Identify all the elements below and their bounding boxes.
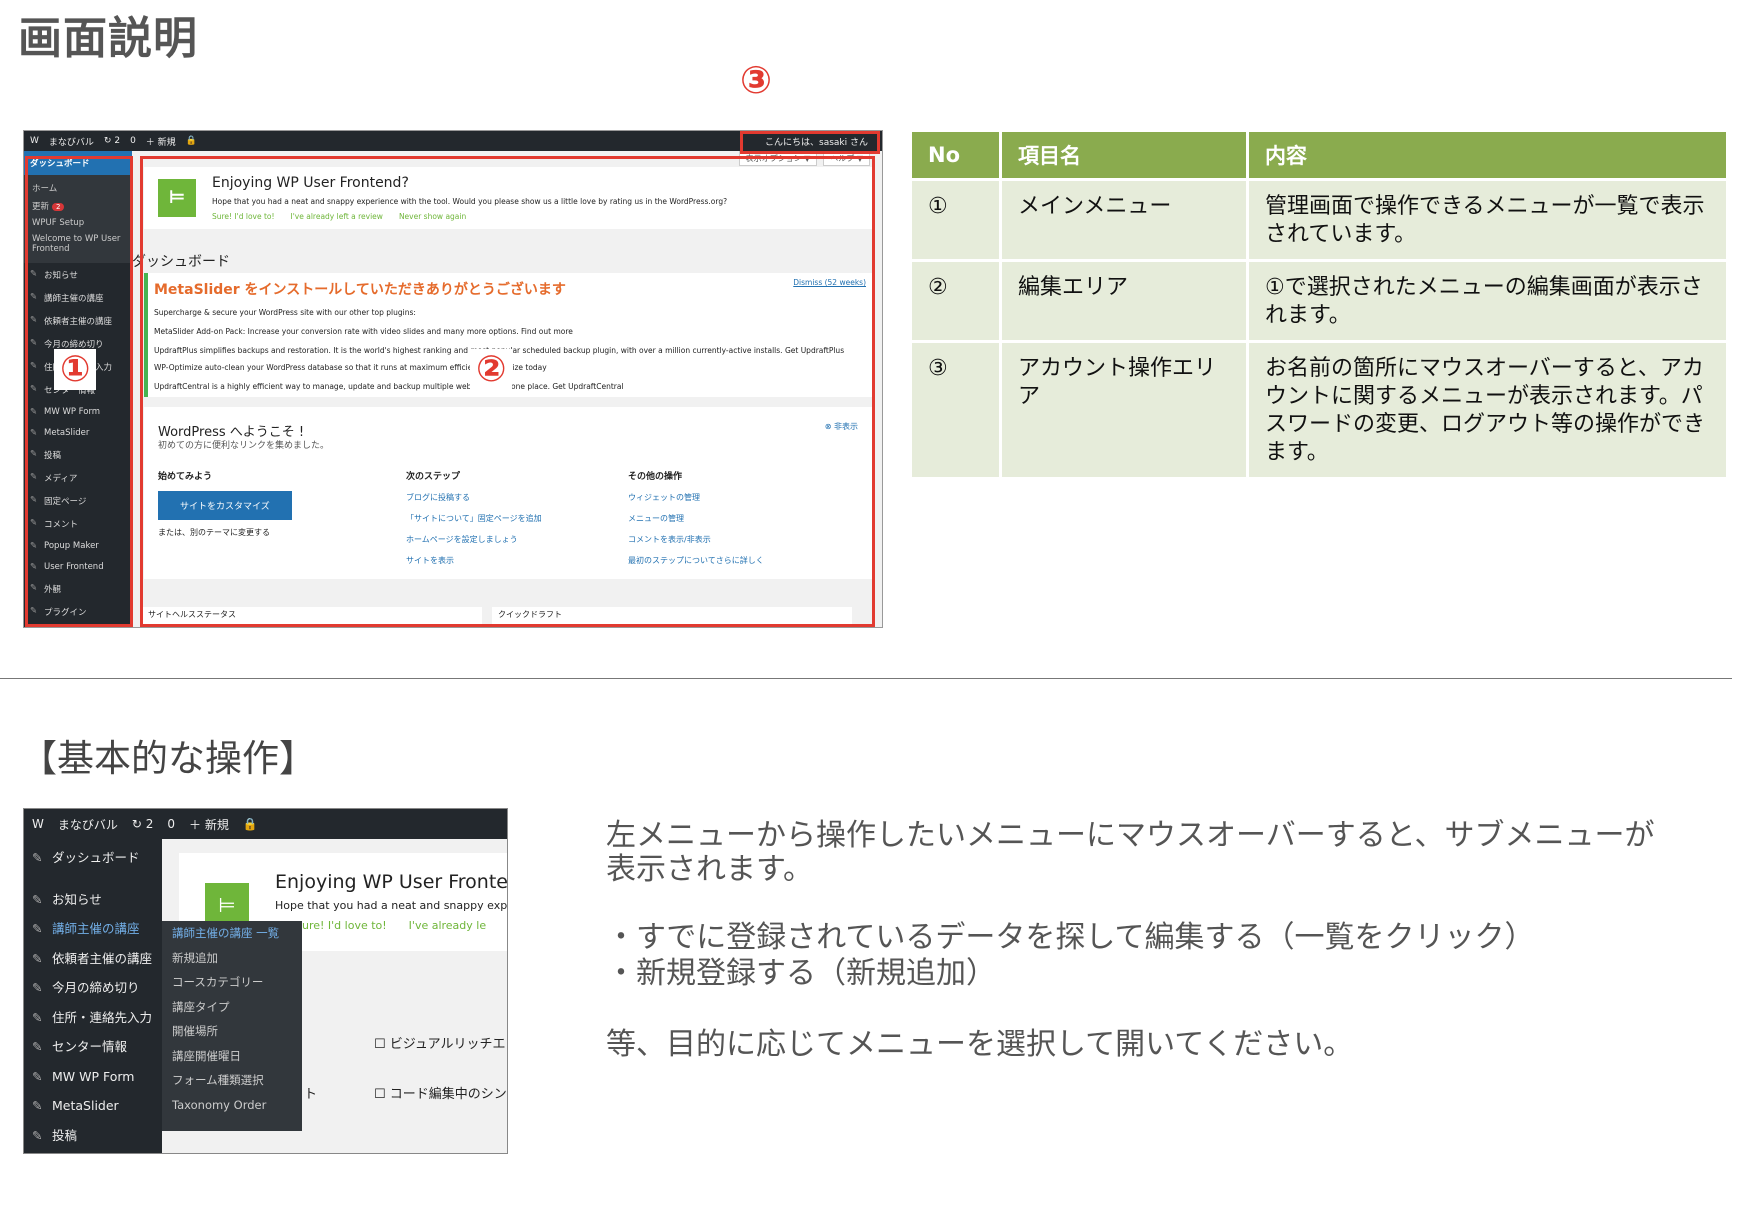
submenu-flyout: 講師主催の講座 一覧 新規追加 コースカテゴリー 講座タイプ 開催場所 講座開催…: [162, 921, 302, 1131]
wpuf-title: Enjoying WP User Fronte: [275, 871, 508, 893]
sidebar-item[interactable]: MW WP Form: [24, 1062, 162, 1092]
marker-3: ③: [740, 58, 773, 102]
header-no: No: [912, 132, 999, 178]
cell-content: 管理画面で操作できるメニューが一覧で表示されています。: [1246, 181, 1726, 259]
flyout-item[interactable]: 講座タイプ: [162, 995, 302, 1020]
sidebar-item[interactable]: お知らせ: [24, 885, 162, 915]
page-title: 画面説明: [18, 13, 198, 64]
site-name[interactable]: まなびバル: [58, 816, 118, 833]
wpuf-link-reviewed[interactable]: I've already le: [409, 919, 486, 932]
truncated-label: ト: [304, 1087, 318, 1102]
cell-content: お名前の箇所にマウスオーバーすると、アカウントに関するメニューが表示されます。パ…: [1246, 343, 1726, 477]
wp-admin-screenshot: W まなびバル ↻ 2 0 ＋ 新規 🔒 こんにちは、sasaki さん ダッシ…: [23, 130, 883, 628]
highlight-account-area: [740, 131, 880, 154]
marker-1: ①: [54, 349, 97, 390]
admin-toolbar-2: W まなびバル ↻ 2 0 ＋ 新規 🔒: [24, 809, 507, 839]
updates-icon[interactable]: ↻ 2: [104, 136, 120, 146]
wp-logo-icon[interactable]: W: [30, 136, 39, 146]
checkbox-visual-editor[interactable]: ☐ ビジュアルリッチエ: [374, 1033, 506, 1052]
highlight-main-menu: [25, 156, 133, 627]
flyout-item[interactable]: フォーム種類選択: [162, 1068, 302, 1093]
header-content: 内容: [1246, 132, 1726, 178]
flyout-item[interactable]: Taxonomy Order: [162, 1093, 302, 1118]
cell-name: アカウント操作エリア: [999, 343, 1246, 477]
sidebar-item-active[interactable]: 講師主催の講座: [24, 914, 162, 944]
sidebar-item[interactable]: 今月の締め切り: [24, 973, 162, 1003]
checkbox-visual-editor-label: ビジュアルリッチエ: [389, 1037, 506, 1052]
sidebar-item-dashboard[interactable]: ダッシュボード: [24, 843, 162, 873]
sidebar-item[interactable]: センター情報: [24, 1032, 162, 1062]
new-content-link[interactable]: ＋ 新規: [146, 135, 176, 148]
wp-logo-icon[interactable]: W: [32, 817, 44, 831]
sidebar-item[interactable]: 住所・連絡先入力: [24, 1003, 162, 1033]
lock-icon[interactable]: 🔒: [186, 136, 197, 146]
sidebar-item[interactable]: 投稿: [24, 1121, 162, 1151]
cell-no: ①: [912, 181, 999, 259]
sidebar-item[interactable]: 依頼者主催の講座: [24, 944, 162, 974]
lock-icon[interactable]: 🔒: [243, 817, 258, 831]
admin-sidebar-2: ダッシュボード お知らせ 講師主催の講座 依頼者主催の講座 今月の締め切り 住所…: [24, 839, 162, 1153]
highlight-edit-area: [140, 156, 875, 627]
header-item: 項目名: [999, 132, 1246, 178]
flyout-item[interactable]: 開催場所: [162, 1019, 302, 1044]
checkbox-code-editor[interactable]: ☐ コード編集中のシン: [374, 1083, 507, 1102]
new-content-link[interactable]: ＋ 新規: [189, 816, 229, 833]
comments-icon[interactable]: 0: [167, 817, 175, 831]
flyout-item[interactable]: 新規追加: [162, 946, 302, 971]
description-table: No 項目名 内容 ① メインメニュー 管理画面で操作できるメニューが一覧で表示…: [912, 129, 1726, 480]
table-row: ① メインメニュー 管理画面で操作できるメニューが一覧で表示されています。: [912, 181, 1726, 259]
cell-name: 編集エリア: [999, 262, 1246, 340]
table-row: ③ アカウント操作エリア お名前の箇所にマウスオーバーすると、アカウントに関する…: [912, 343, 1726, 477]
wp-menu-hover-screenshot: W まなびバル ↻ 2 0 ＋ 新規 🔒 ダッシュボード お知らせ 講師主催の講…: [23, 808, 508, 1154]
cell-content: ①で選択されたメニューの編集画面が表示されます。: [1246, 262, 1726, 340]
desc-bullet-2: ・新規登録する（新規追加）: [606, 956, 996, 991]
section-title-basic-operation: 【基本的な操作】: [20, 737, 316, 780]
checkbox-code-editor-label: コード編集中のシン: [389, 1087, 507, 1102]
wpuf-link-love[interactable]: Sure! I'd love to!: [295, 919, 387, 932]
desc-bullet-1: ・すでに登録されているデータを探して編集する（一覧をクリック）: [606, 920, 1535, 955]
flyout-item[interactable]: コースカテゴリー: [162, 970, 302, 995]
sidebar-item[interactable]: MetaSlider: [24, 1091, 162, 1121]
flyout-item[interactable]: 講座開催曜日: [162, 1044, 302, 1069]
wpuf-text: Hope that you had a neat and snappy exp: [275, 899, 508, 912]
cell-no: ②: [912, 262, 999, 340]
desc-line-1: 左メニューから操作したいメニューにマウスオーバーすると、サブメニューが: [606, 818, 1655, 853]
cell-no: ③: [912, 343, 999, 477]
desc-line-2: 表示されます。: [606, 852, 813, 887]
section-divider: [0, 678, 1732, 679]
marker-2: ②: [470, 349, 513, 390]
updates-icon[interactable]: ↻ 2: [132, 817, 154, 831]
comments-icon[interactable]: 0: [130, 136, 136, 146]
site-name[interactable]: まなびバル: [49, 135, 94, 148]
flyout-item[interactable]: 講師主催の講座 一覧: [162, 921, 302, 946]
cell-name: メインメニュー: [999, 181, 1246, 259]
table-row: ② 編集エリア ①で選択されたメニューの編集画面が表示されます。: [912, 262, 1726, 340]
desc-closing: 等、目的に応じてメニューを選択して開いてください。: [606, 1027, 1354, 1062]
